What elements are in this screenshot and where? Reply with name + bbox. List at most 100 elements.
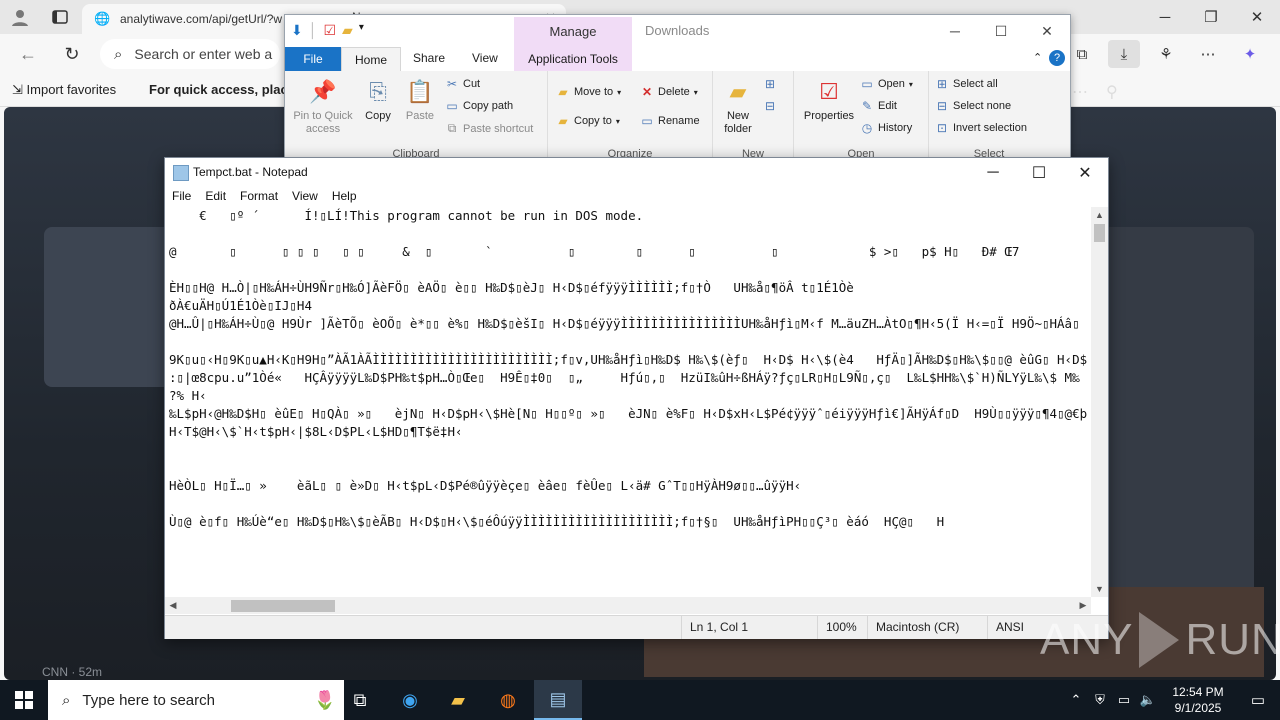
globe-icon: 🌐 — [94, 11, 111, 26]
pin-quick-access-button[interactable]: 📌 Pin to Quick access — [289, 77, 357, 136]
delete-icon: ✕ — [641, 85, 653, 99]
profile-icon[interactable] — [8, 5, 32, 29]
copy-folder-icon: ▰ — [558, 114, 568, 128]
vertical-scroll-thumb[interactable] — [1094, 224, 1105, 242]
easy-access-icon[interactable]: ⊟ — [765, 99, 775, 113]
tab-share[interactable]: Share — [413, 51, 445, 65]
chevron-down-icon: ▾ — [615, 116, 620, 126]
chevron-down-icon: ▾ — [693, 87, 698, 97]
copy-path-button[interactable]: ▭ Copy path — [445, 99, 513, 113]
tab-application-tools[interactable]: Application Tools — [514, 47, 632, 71]
taskbar: ⌕ Type here to search 🌷 ⧉ ◉ ▰ ◍ ▤ ⌃ ⛨ ▭ … — [0, 680, 1280, 720]
edit-button[interactable]: ✎ Edit — [860, 99, 897, 113]
browser-close-button[interactable]: ✕ — [1234, 0, 1280, 34]
open-button[interactable]: ▭ Open ▾ — [860, 77, 913, 91]
text-editor[interactable]: € ▯º ´ Í!▯LÍ!This program cannot be run … — [165, 207, 1091, 597]
menu-view[interactable]: View — [285, 187, 325, 207]
ribbon-tabs: Share View ⌃ ? — [285, 47, 1070, 71]
invert-selection-icon: ⊡ — [936, 121, 948, 135]
start-button[interactable] — [0, 680, 48, 720]
menu-help[interactable]: Help — [325, 187, 364, 207]
pin-icon[interactable]: ⚲ — [1106, 82, 1118, 102]
copy-button[interactable]: ⎘ Copy — [359, 77, 397, 123]
explorer-minimize-button[interactable]: ─ — [932, 15, 978, 47]
copy-to-button[interactable]: ▰ Copy to ▾ — [556, 114, 620, 128]
copilot-icon[interactable]: ✦ — [1234, 40, 1266, 68]
notepad-taskbar-icon[interactable]: ▤ — [534, 680, 582, 720]
search-icon: ⌕ — [114, 45, 123, 63]
history-button[interactable]: ◷ History — [860, 121, 912, 135]
more-icon[interactable]: ⋯ — [1192, 40, 1224, 68]
taskbar-search-input[interactable]: ⌕ Type here to search 🌷 — [48, 680, 344, 720]
tab-url-text: analytiwave.com/api/getUrl/?w — [120, 12, 283, 26]
notepad-close-button[interactable]: ✕ — [1062, 158, 1108, 187]
notepad-maximize-button[interactable]: ☐ — [1016, 158, 1062, 187]
select-none-button[interactable]: ⊟ Select none — [935, 99, 1011, 113]
download-arrow-icon[interactable]: ⬇ — [291, 22, 303, 39]
scroll-up-icon[interactable]: ▲ — [1091, 207, 1108, 223]
chevron-up-icon[interactable]: ⌃ — [1064, 692, 1088, 708]
network-icon[interactable]: ▭ — [1112, 692, 1136, 708]
notepad-minimize-button[interactable]: ─ — [970, 158, 1016, 187]
paste-button[interactable]: 📋 Paste — [401, 77, 439, 123]
rename-icon: ▭ — [641, 114, 653, 128]
copy-path-icon: ▭ — [446, 99, 458, 113]
invert-selection-button[interactable]: ⊡ Invert selection — [935, 121, 1027, 135]
paste-shortcut-button[interactable]: ⧉ Paste shortcut — [445, 121, 534, 136]
search-icon: ⌕ — [62, 691, 71, 709]
properties-icon[interactable]: ☑ — [323, 22, 336, 39]
anyrun-watermark: ANY RUN — [1040, 612, 1280, 668]
file-explorer-icon[interactable]: ▰ — [434, 680, 482, 720]
menu-edit[interactable]: Edit — [198, 187, 233, 207]
security-icon[interactable]: ⛨ — [1088, 692, 1112, 708]
properties-button[interactable]: ☑ Properties — [800, 77, 858, 123]
delete-button[interactable]: ✕ Delete ▾ — [640, 85, 698, 99]
tab-file[interactable]: File — [285, 47, 341, 71]
chevron-up-icon[interactable]: ⌃ — [1033, 51, 1042, 64]
menu-format[interactable]: Format — [233, 187, 285, 207]
downloads-icon[interactable]: ⤓ — [1108, 40, 1140, 68]
horizontal-scroll-thumb[interactable] — [231, 600, 335, 612]
search-input[interactable]: ⌕ Search or enter web a — [100, 39, 280, 69]
refresh-icon[interactable]: ↻ — [60, 42, 84, 66]
new-item-icon[interactable]: ⊞ — [765, 77, 775, 91]
volume-icon[interactable]: 🔈 — [1136, 692, 1160, 708]
favorite-import[interactable]: ⇲ Import favorites — [12, 82, 116, 98]
cut-button[interactable]: ✂ Cut — [445, 77, 480, 91]
browser-restore-button[interactable]: ❐ — [1188, 0, 1234, 34]
tab-manage[interactable]: Manage — [514, 17, 632, 47]
scroll-left-icon[interactable]: ◀ — [165, 597, 181, 614]
vertical-scrollbar[interactable]: ▲ ▼ — [1091, 207, 1108, 597]
file-content[interactable]: € ▯º ´ Í!▯LÍ!This program cannot be run … — [165, 207, 1091, 531]
select-all-button[interactable]: ⊞ Select all — [935, 77, 998, 91]
more-icon[interactable]: ⋯ — [1072, 82, 1088, 102]
tab-actions-icon[interactable] — [48, 5, 72, 29]
scroll-down-icon[interactable]: ▼ — [1091, 581, 1108, 597]
horizontal-scrollbar[interactable]: ◀ ▶ — [165, 597, 1091, 614]
task-view-icon[interactable]: ⧉ — [336, 680, 384, 720]
import-icon: ⇲ — [12, 82, 23, 97]
search-placeholder: Search or enter web a — [134, 46, 273, 62]
firefox-icon[interactable]: ◍ — [484, 680, 532, 720]
edge-icon[interactable]: ◉ — [386, 680, 434, 720]
chevron-down-icon[interactable]: ▾ — [359, 22, 364, 39]
select-group: ⊞ Select all ⊟ Select none ⊡ Invert sele… — [929, 71, 1049, 160]
help-icon[interactable]: ? — [1049, 50, 1065, 66]
extensions-icon[interactable]: ⚘ — [1150, 40, 1182, 68]
rename-button[interactable]: ▭ Rename — [640, 114, 699, 128]
clock[interactable]: 12:54 PM 9/1/2025 — [1160, 684, 1236, 716]
clipboard-group: 📌 Pin to Quick access ⎘ Copy 📋 Paste ✂ C… — [285, 71, 548, 160]
browser-minimize-button[interactable]: ─ — [1142, 0, 1188, 34]
move-to-button[interactable]: ▰ Move to ▾ — [556, 85, 621, 99]
back-icon[interactable]: ← — [16, 42, 40, 66]
new-folder-icon[interactable]: ▰ — [342, 22, 353, 39]
explorer-maximize-button[interactable]: ☐ — [978, 15, 1024, 47]
tab-view[interactable]: View — [472, 51, 498, 65]
new-folder-button[interactable]: ▰ New folder — [715, 77, 761, 136]
menu-file[interactable]: File — [165, 187, 198, 207]
notification-icon[interactable]: ▭ — [1236, 691, 1280, 709]
chevron-down-icon: ▾ — [908, 79, 913, 89]
tab-home[interactable]: Home — [341, 47, 401, 72]
news-source: CNN · 52m — [42, 665, 103, 679]
explorer-close-button[interactable]: ✕ — [1024, 15, 1070, 47]
